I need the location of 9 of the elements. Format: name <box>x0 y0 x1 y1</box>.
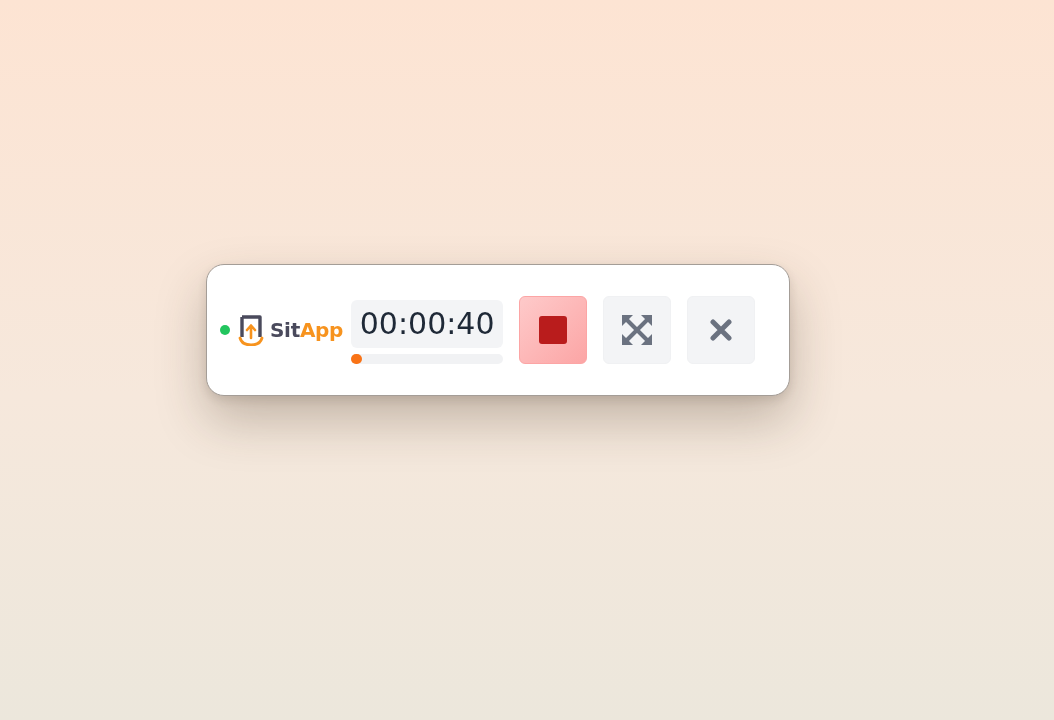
timer-display: 00:00:40 <box>351 300 504 348</box>
expand-button[interactable] <box>603 296 672 364</box>
close-icon <box>710 319 733 341</box>
logo-wordmark: SitApp <box>270 318 344 342</box>
stop-icon <box>539 316 568 344</box>
logo-icon <box>238 314 264 346</box>
close-button[interactable] <box>687 296 756 364</box>
expand-arrows-icon <box>622 315 653 345</box>
stop-button[interactable] <box>519 296 588 364</box>
